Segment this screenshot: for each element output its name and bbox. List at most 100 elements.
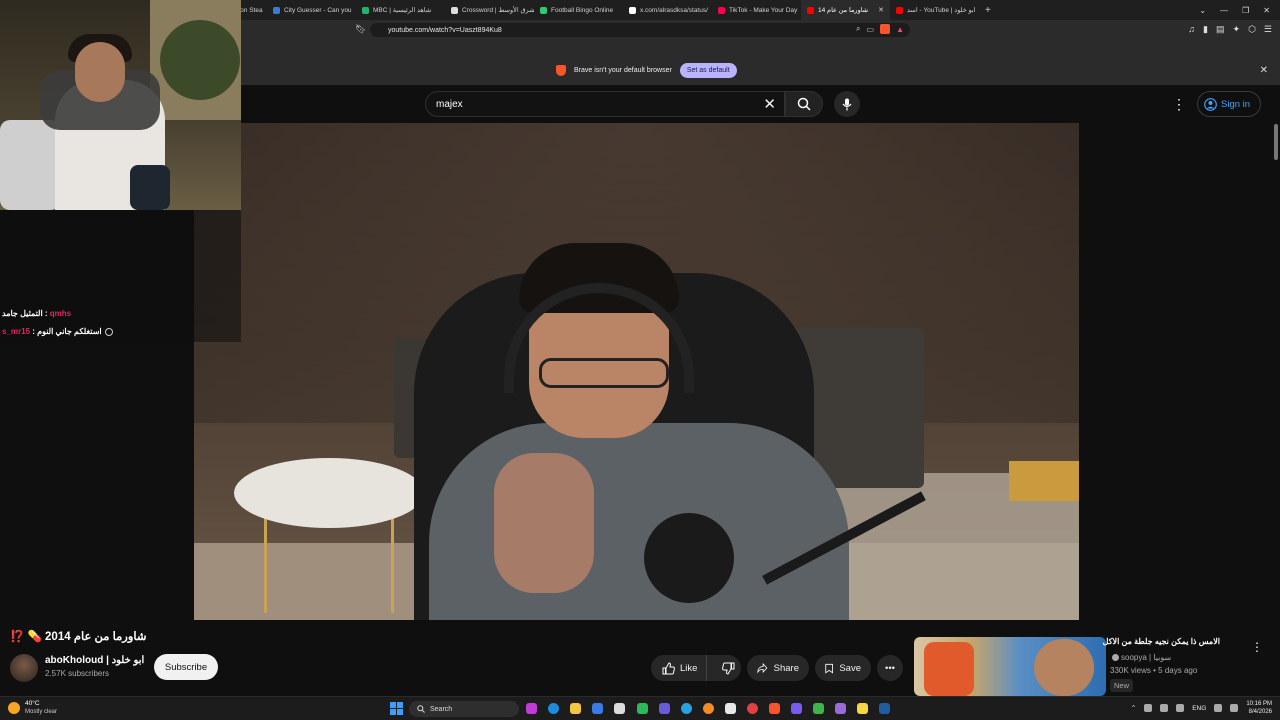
chevron-down-icon[interactable]: ⌄ bbox=[1199, 6, 1206, 15]
channel-name[interactable]: aboKholoud | ابو خلود bbox=[45, 655, 144, 666]
set-default-button[interactable]: Set as default bbox=[679, 63, 737, 78]
banner-close-icon[interactable]: ✕ bbox=[1260, 65, 1268, 76]
browser-tab[interactable]: x.com/alrasdksa/status/ bbox=[623, 0, 712, 20]
tab-favicon-icon bbox=[718, 6, 725, 14]
sign-in-button[interactable]: Sign in bbox=[1197, 91, 1262, 117]
weather-widget[interactable]: 40°C Mostly clear bbox=[8, 700, 57, 716]
channel-avatar[interactable] bbox=[10, 654, 38, 682]
bookmark-icon[interactable]: 🔖︎ bbox=[355, 24, 366, 35]
discord-icon[interactable] bbox=[659, 703, 670, 714]
chat-message: التمثيل جامد : qmhs bbox=[2, 309, 72, 318]
browser-tab[interactable]: MBC | شاهد الرئيسية bbox=[356, 0, 445, 20]
notes-icon[interactable] bbox=[592, 703, 603, 714]
chevron-up-icon[interactable]: ⌃ bbox=[1131, 704, 1136, 712]
app-icon[interactable] bbox=[747, 703, 758, 714]
file-explorer-icon[interactable] bbox=[570, 703, 581, 714]
share-button[interactable]: Share bbox=[747, 655, 809, 681]
chat-text: التمثيل جامد bbox=[2, 309, 43, 318]
tab-favicon-icon bbox=[540, 6, 547, 14]
recommended-channel[interactable]: soopya | سوبيا bbox=[1112, 653, 1171, 662]
url-icons: ⌕ ▭ ▲ bbox=[856, 24, 904, 34]
volume-icon[interactable] bbox=[1230, 704, 1239, 712]
start-button[interactable] bbox=[390, 702, 403, 715]
recommended-kebab-icon[interactable]: ⋮ bbox=[1251, 640, 1263, 654]
zoom-icon[interactable]: ⌕ bbox=[856, 24, 860, 34]
more-actions-button[interactable]: ••• bbox=[877, 655, 903, 681]
system-tray: ⌃ ENG 10:16 PM 8/4/2026 bbox=[1131, 700, 1272, 716]
chrome-icon[interactable] bbox=[703, 703, 714, 714]
thumbnail-figure bbox=[924, 642, 974, 696]
video-player[interactable] bbox=[194, 123, 1079, 620]
browser-tab[interactable]: شاورما من عام 14 ✕ bbox=[801, 0, 890, 20]
browser-tab[interactable]: TikTok - Make Your Day bbox=[712, 0, 801, 20]
wifi-icon[interactable] bbox=[1214, 704, 1223, 712]
search-icon bbox=[417, 705, 425, 713]
app-icon[interactable] bbox=[791, 703, 802, 714]
maximize-button[interactable]: ❐ bbox=[1242, 6, 1249, 15]
tab-title: شاورما من عام 14 bbox=[818, 7, 869, 14]
extensions-icon[interactable]: ✦ bbox=[1233, 24, 1241, 35]
clock[interactable]: 10:16 PM 8/4/2026 bbox=[1246, 700, 1272, 716]
app-icon[interactable] bbox=[835, 703, 846, 714]
browser-tab[interactable]: Football Bingo Online bbox=[534, 0, 623, 20]
clear-search-icon[interactable]: ✕ bbox=[763, 95, 776, 113]
store-icon[interactable] bbox=[614, 703, 625, 714]
taskbar-app-icon[interactable] bbox=[526, 703, 537, 714]
dislike-button[interactable] bbox=[713, 655, 744, 681]
page-scrollbar[interactable] bbox=[1272, 123, 1280, 700]
tray-app-icon[interactable] bbox=[1176, 704, 1185, 712]
chat-message: s_mr15 : استغلكم جاني النوم bbox=[2, 327, 113, 336]
brave-icon[interactable] bbox=[769, 703, 780, 714]
steam-icon[interactable] bbox=[879, 703, 890, 714]
recommended-thumbnail[interactable] bbox=[914, 637, 1106, 696]
sidebar-icon[interactable]: ▮ bbox=[1203, 24, 1208, 35]
browser-tab[interactable]: اسد - YouTube | ابو خلود bbox=[890, 0, 979, 20]
microphone-icon bbox=[842, 98, 852, 110]
tab-title: اسد - YouTube | ابو خلود bbox=[907, 7, 976, 14]
telegram-icon[interactable] bbox=[681, 703, 692, 714]
recommended-meta: 330K views • 5 days ago bbox=[1110, 666, 1198, 675]
wallet-icon[interactable]: ▤ bbox=[1216, 24, 1225, 35]
webcam-person-head bbox=[75, 42, 125, 102]
tray-app-icon[interactable] bbox=[1144, 704, 1153, 712]
scrollbar-thumb[interactable] bbox=[1274, 124, 1278, 160]
close-window-button[interactable]: ✕ bbox=[1263, 6, 1270, 15]
brave-logo-icon bbox=[556, 65, 566, 76]
tab-title: TikTok - Make Your Day bbox=[729, 6, 798, 14]
tray-app-icon[interactable] bbox=[1160, 704, 1169, 712]
vpn-icon[interactable]: ⬡ bbox=[1248, 24, 1256, 35]
edge-icon[interactable] bbox=[548, 703, 559, 714]
media-icon[interactable]: ♫ bbox=[1188, 24, 1195, 35]
webcam-chair bbox=[0, 120, 60, 210]
banner-text: Brave isn't your default browser bbox=[574, 67, 672, 74]
excel-icon[interactable] bbox=[813, 703, 824, 714]
brave-shield-icon[interactable] bbox=[880, 24, 891, 34]
subscribe-button[interactable]: Subscribe bbox=[154, 654, 218, 680]
cast-icon[interactable]: ▭ bbox=[867, 25, 875, 34]
save-button[interactable]: Save bbox=[815, 655, 871, 681]
search-button[interactable] bbox=[785, 91, 823, 117]
thumbs-up-icon bbox=[662, 661, 675, 674]
settings-kebab-icon[interactable]: ⋮ bbox=[1172, 96, 1186, 113]
emote-icon bbox=[104, 327, 113, 336]
like-button[interactable]: Like bbox=[651, 655, 708, 681]
app-icon[interactable] bbox=[857, 703, 868, 714]
voice-search-button[interactable] bbox=[834, 91, 860, 117]
brave-rewards-icon[interactable]: ▲ bbox=[896, 25, 904, 34]
recommended-title[interactable]: الامس ذا يمكن نجيه جلطة من الاكل bbox=[1103, 637, 1220, 646]
language-indicator[interactable]: ENG bbox=[1192, 705, 1206, 712]
taskbar-search[interactable]: Search bbox=[409, 701, 519, 717]
new-tab-button[interactable]: + bbox=[979, 5, 997, 16]
browser-tab[interactable]: Crossword | الشرق الأوسط bbox=[445, 0, 534, 20]
browser-tab[interactable]: City Guesser - Can you bbox=[267, 0, 356, 20]
search-input[interactable]: majex ✕ bbox=[425, 91, 785, 117]
url-field[interactable]: youtube.com/watch?v=Uaszt894Ku8 ⌕ ▭ ▲ bbox=[370, 23, 910, 37]
tab-title: City Guesser - Can you bbox=[284, 6, 352, 14]
tab-close-icon[interactable]: ✕ bbox=[878, 6, 884, 14]
xbox-icon[interactable] bbox=[637, 703, 648, 714]
like-label: Like bbox=[680, 662, 698, 674]
minimize-button[interactable]: — bbox=[1220, 6, 1228, 15]
app-icon[interactable] bbox=[725, 703, 736, 714]
share-label: Share bbox=[773, 662, 799, 674]
menu-icon[interactable]: ☰ bbox=[1264, 24, 1272, 35]
